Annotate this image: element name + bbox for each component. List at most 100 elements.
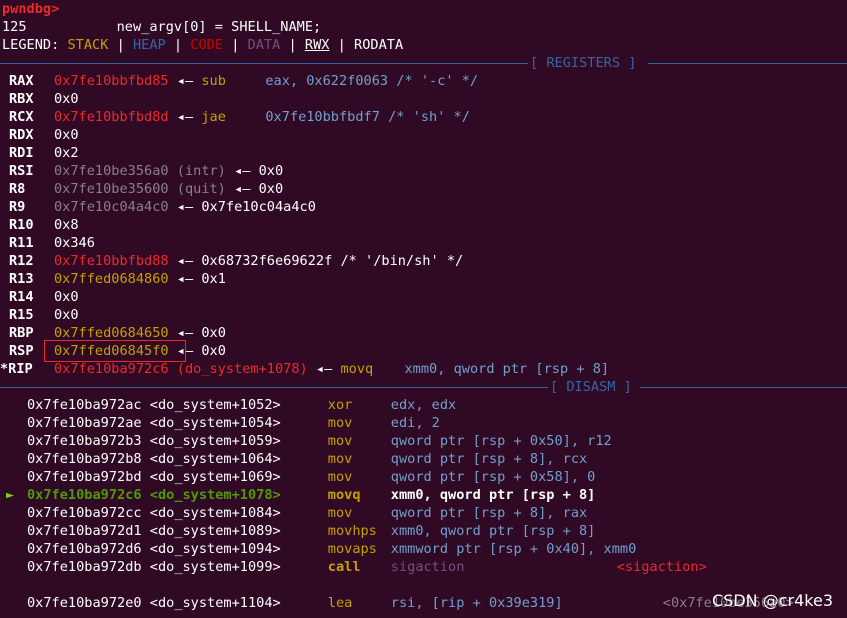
disasm-mnemonic: lea — [327, 595, 353, 611]
disasm-mnemonic: mov — [327, 415, 353, 431]
register-name: RSI — [9, 163, 34, 179]
register-deref-operands-post: [rsp + 8] — [527, 361, 610, 377]
disasm-operands: edi, 2 — [390, 415, 440, 431]
pointer-arrow-icon: ◂— — [315, 361, 333, 377]
register-deref-instruction: movq — [340, 361, 374, 377]
register-name: RCX — [9, 109, 34, 125]
register-row: R15 0x0 — [9, 306, 79, 324]
disasm-operands: qword ptr [rsp + 0x58], 0 — [390, 469, 596, 485]
legend-stack: STACK — [67, 37, 109, 53]
legend-code: CODE — [190, 37, 224, 53]
disasm-address: 0x7fe10ba972e0 — [27, 595, 142, 611]
disasm-operands: qword ptr [rsp + 0x50], r12 — [390, 433, 612, 449]
register-name: RBX — [9, 91, 34, 107]
legend-rwx: RWX — [304, 37, 330, 53]
register-value: 0x0 — [54, 127, 79, 143]
register-row: *RIP 0x7fe10ba972c6 (do_system+1078) ◂— m… — [0, 360, 609, 378]
disasm-operands: xmmword ptr [rsp + 0x40], xmm0 — [390, 541, 637, 557]
disasm-row: 0x7fe10ba972db <do_system+1099> call sigac… — [6, 558, 707, 576]
current-instruction-icon: ► — [6, 487, 15, 503]
pointer-arrow-icon: ◂— — [176, 199, 194, 215]
disasm-symbol: <do_system+1084> — [149, 505, 281, 521]
register-row: R13 0x7ffed0684860 ◂— 0x1 — [9, 270, 226, 288]
watermark: CSDN @cr4ke3 — [712, 591, 833, 610]
register-row: R11 0x346 — [9, 234, 95, 252]
register-row: R14 0x0 — [9, 288, 79, 306]
register-name: *RIP — [0, 361, 33, 377]
register-deref-operands-ptr: qword ptr — [453, 361, 528, 377]
rsp-highlight-box — [44, 340, 186, 362]
register-value: 0x0 — [54, 91, 79, 107]
disasm-address: 0x7fe10ba972cc — [27, 505, 142, 521]
register-name: RAX — [9, 73, 34, 89]
register-deref-target: 0x0 — [201, 343, 226, 359]
disasm-row: 0x7fe10ba972d1 <do_system+1089> movhps xmm… — [6, 522, 595, 540]
disasm-row: 0x7fe10ba972cc <do_system+1084> mov qword … — [6, 504, 587, 522]
legend-heap: HEAP — [132, 37, 166, 53]
disasm-operands: edx, edx — [390, 397, 457, 413]
register-row: R9 0x7fe10c04a4c0 ◂— 0x7fe10c04a4c0 — [9, 198, 316, 216]
register-value: 0x8 — [54, 217, 79, 233]
register-row: RDX 0x0 — [9, 126, 79, 144]
disasm-section-header: [ DISASM ] — [0, 378, 847, 396]
register-value: 0x0 — [54, 307, 79, 323]
disasm-operands: sigaction — [390, 559, 465, 575]
gdb-prompt: pwndbg> — [2, 1, 60, 17]
source-line: 125 new_argv[0] = SHELL_NAME; — [2, 18, 321, 36]
disasm-symbol: <do_system+1064> — [149, 451, 281, 467]
register-name: RDI — [9, 145, 34, 161]
register-deref-target: 0x7fe10c04a4c0 — [201, 199, 316, 215]
disasm-address: 0x7fe10ba972db — [27, 559, 142, 575]
register-deref-target: 0x0 — [258, 181, 284, 197]
pointer-arrow-icon: ◂— — [176, 253, 194, 269]
disasm-call-target: <sigaction> — [616, 559, 707, 575]
register-name: R12 — [9, 253, 34, 269]
disasm-mnemonic: movhps — [327, 523, 377, 539]
disasm-operands: xmm0, qword ptr [rsp + 8] — [390, 523, 596, 539]
register-name: R10 — [9, 217, 34, 233]
register-row: RAX 0x7fe10bbfbd85 ◂— sub eax, 0x622f0063 … — [9, 72, 478, 90]
register-symbol: (do_system+1078) — [176, 361, 308, 377]
disasm-mnemonic: mov — [327, 505, 353, 521]
register-row: RBX 0x0 — [9, 90, 79, 108]
disasm-address: 0x7fe10ba972b8 — [27, 451, 142, 467]
register-value: 0x346 — [54, 235, 95, 251]
disasm-mnemonic: mov — [327, 469, 353, 485]
disasm-address: 0x7fe10ba972c6 — [27, 487, 142, 503]
disasm-row: 0x7fe10ba972b8 <do_system+1064> mov qword … — [6, 450, 587, 468]
disasm-mnemonic: xor — [327, 397, 353, 413]
register-name: R15 — [9, 307, 34, 323]
register-value: 0x7fe10ba972c6 — [54, 361, 169, 377]
legend: LEGEND: STACK | HEAP | CODE | DATA | RWX… — [2, 37, 404, 53]
disasm-mnemonic: mov — [327, 433, 353, 449]
register-row: RDI 0x2 — [9, 144, 79, 162]
pointer-arrow-icon: ◂— — [176, 109, 194, 125]
register-symbol: (intr) — [176, 163, 226, 179]
legend-data: DATA — [247, 37, 281, 53]
register-name: R13 — [9, 271, 34, 287]
register-row: RCX 0x7fe10bbfbd8d ◂— jae 0x7fe10bbfbdf7 /… — [9, 108, 470, 126]
legend-label: LEGEND: — [2, 37, 60, 53]
register-value: 0x7fe10bbfbd85 — [54, 73, 169, 89]
disasm-address: 0x7fe10ba972d6 — [27, 541, 142, 557]
register-deref-target: 0x68732f6e69622f /* '/bin/sh' */ — [201, 253, 464, 269]
disasm-row: 0x7fe10ba972ae <do_system+1054> mov edi, 2 — [6, 414, 440, 432]
pointer-arrow-icon: ◂— — [176, 325, 194, 341]
pointer-arrow-icon: ◂— — [176, 271, 194, 287]
disasm-section-title: [ DISASM ] — [550, 379, 632, 395]
disasm-address: 0x7fe10ba972bd — [27, 469, 142, 485]
register-name: R11 — [9, 235, 34, 251]
disasm-mnemonic: movaps — [327, 541, 377, 557]
disasm-operands: rsi, [rip + 0x39e319] — [390, 595, 563, 611]
register-deref-operands: xmm0, — [404, 361, 454, 377]
pointer-arrow-icon: ◂— — [176, 73, 194, 89]
disasm-row: 0x7fe10ba972ac <do_system+1052> xor edx, e… — [6, 396, 456, 414]
register-deref-target: 0x0 — [258, 163, 284, 179]
disasm-symbol: <do_system+1094> — [149, 541, 281, 557]
disasm-address: 0x7fe10ba972d1 — [27, 523, 142, 539]
disasm-symbol: <do_system+1078> — [149, 487, 281, 503]
register-deref-operands: 0x7fe10bbfbdf7 /* 'sh' */ — [265, 109, 470, 125]
register-deref-instruction: sub — [201, 73, 226, 89]
register-value: 0x7fe10bbfbd8d — [54, 109, 169, 125]
register-value: 0x0 — [54, 289, 79, 305]
